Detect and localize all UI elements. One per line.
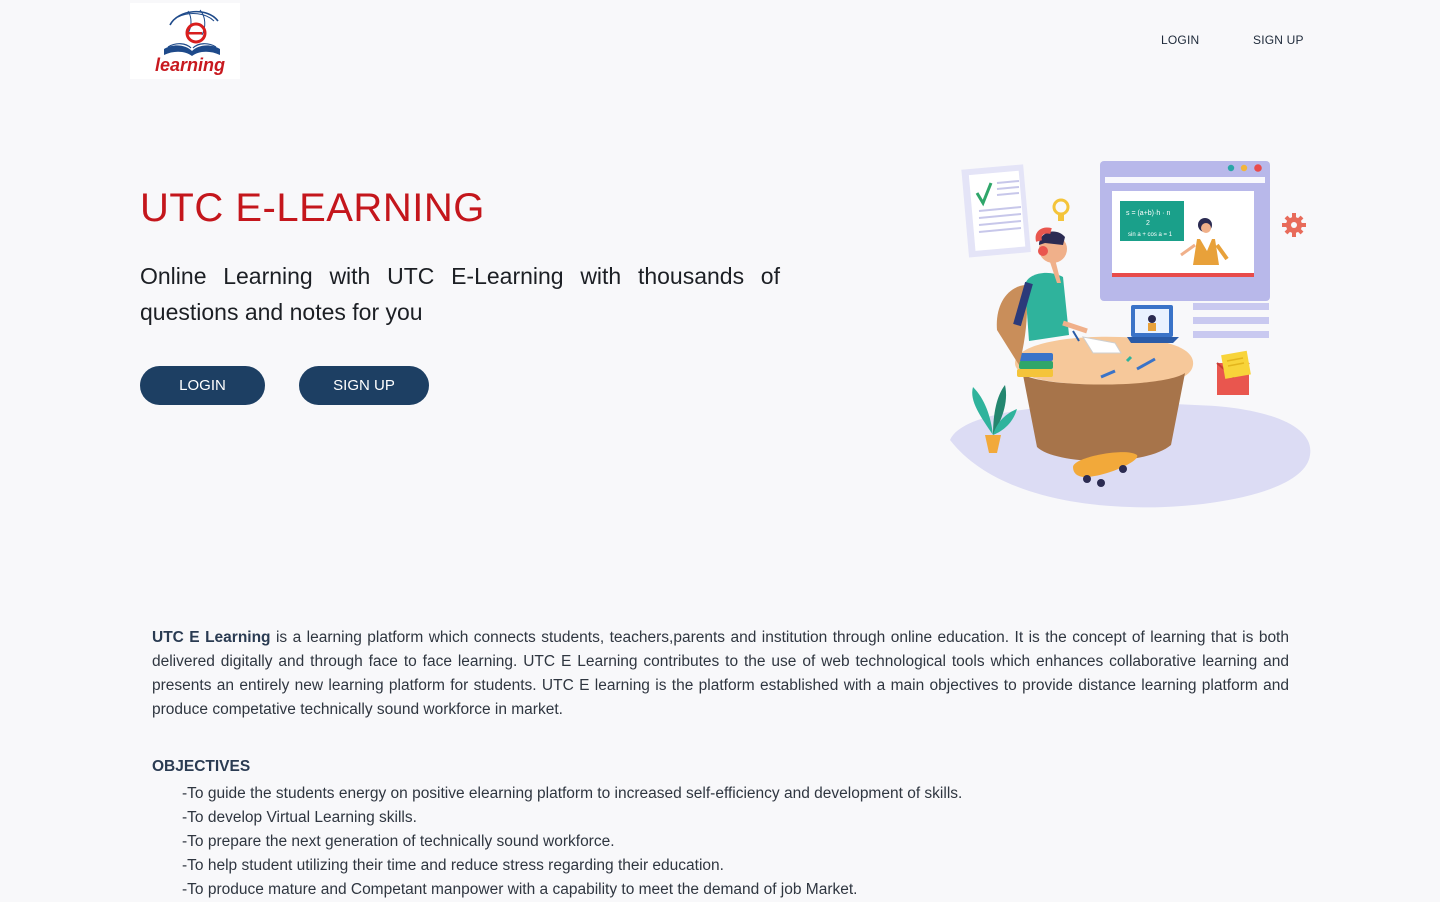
document-icon [961, 164, 1031, 258]
objective-item: -To develop Virtual Learning skills. [182, 809, 417, 826]
window-dot-icon [1254, 164, 1262, 172]
svg-text:2: 2 [1146, 220, 1150, 227]
svg-text:sin a + cos a = 1: sin a + cos a = 1 [1128, 232, 1173, 238]
window-dot-icon [1240, 164, 1248, 172]
gear-icon [1282, 213, 1306, 237]
online-learning-illustration: s = (a+b)·h · n 2 sin a + cos a = 1 [950, 161, 1311, 508]
site-logo[interactable]: learning [130, 3, 240, 79]
mail-envelope-icon [1216, 350, 1251, 395]
about-text: is a learning platform which connects st… [152, 629, 1289, 718]
nav-login-link[interactable]: LOGIN [1161, 33, 1199, 47]
objective-item: -To help student utilizing their time an… [182, 857, 724, 874]
hero-login-button[interactable]: LOGIN [140, 366, 265, 405]
hero-title: UTC E-LEARNING [140, 186, 485, 230]
logo-wordmark: learning [155, 55, 225, 75]
window-dot-icon [1227, 164, 1235, 172]
about-paragraph: UTC E Learning is a learning platform wh… [152, 626, 1289, 722]
about-brand: UTC E Learning [152, 629, 271, 646]
svg-text:s = (a+b)·h · n: s = (a+b)·h · n [1126, 210, 1170, 217]
nav-signup-link[interactable]: SIGN UP [1253, 33, 1304, 47]
books-stack [1017, 353, 1053, 377]
objectives-list: -To guide the students energy on positiv… [182, 782, 962, 902]
browser-window: s = (a+b)·h · n 2 sin a + cos a = 1 [1100, 161, 1270, 338]
hero-subtitle: Online Learning with UTC E-Learning with… [140, 263, 780, 325]
objective-item: -To guide the students energy on positiv… [182, 785, 963, 802]
objectives-heading: OBJECTIVES [152, 758, 251, 775]
lightbulb-icon [1052, 198, 1070, 221]
objective-item: -To produce mature and Competant manpowe… [182, 881, 858, 898]
objective-item: -To prepare the next generation of techn… [182, 833, 615, 850]
logo-book-globe-icon: learning [155, 9, 225, 75]
site-header: learning LOGIN SIGN UP [0, 0, 1440, 82]
laptop-icon [1127, 305, 1179, 343]
hero-signup-button[interactable]: SIGN UP [299, 366, 429, 405]
